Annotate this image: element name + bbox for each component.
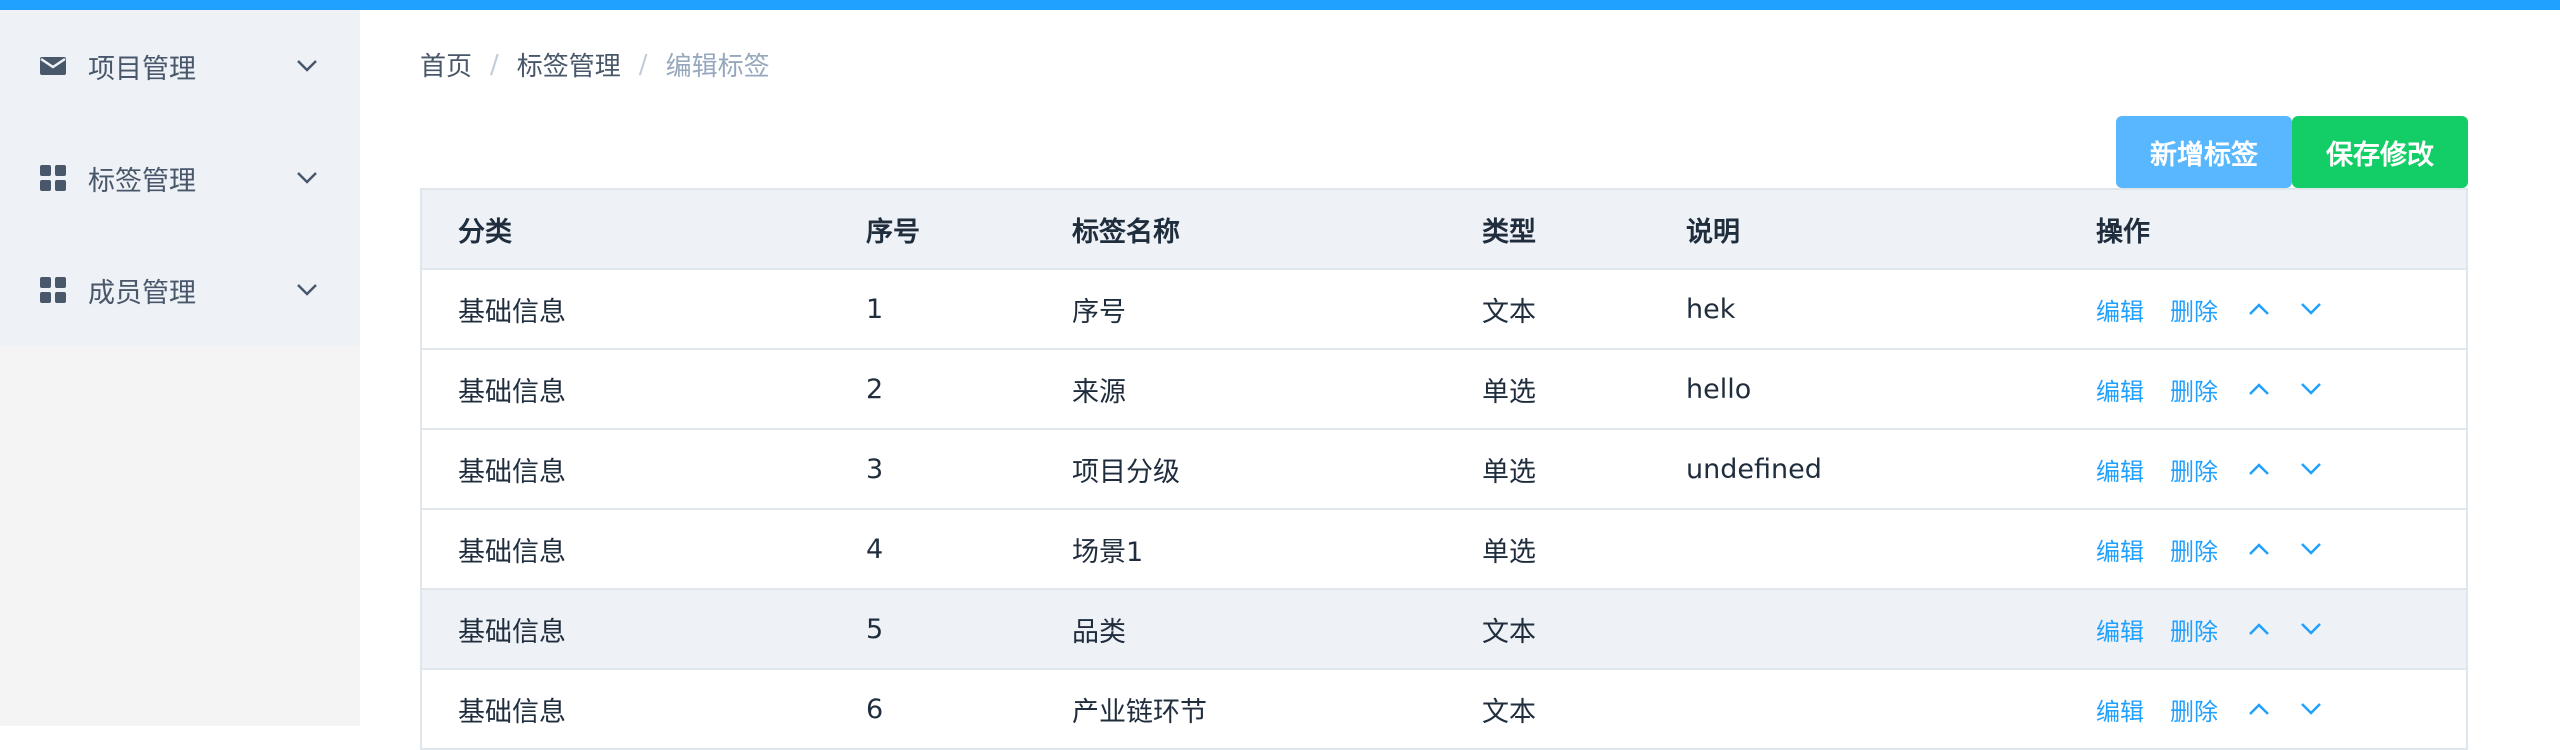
column-header-name: 标签名称 (1072, 216, 1180, 248)
sidebar-item-label: 项目管理 (88, 53, 196, 85)
envelope-icon (38, 51, 68, 81)
delete-link[interactable]: 删除 (2170, 532, 2218, 567)
delete-link[interactable]: 删除 (2170, 292, 2218, 327)
breadcrumb: 首页 / 标签管理 / 编辑标签 (420, 46, 770, 83)
breadcrumb-tag-management[interactable]: 标签管理 (517, 46, 621, 83)
cell-actions: 编辑 删除 (2060, 292, 2466, 327)
table-row: 基础信息 3 项目分级 单选 undefined 编辑 删除 (422, 430, 2466, 510)
cell-category: 基础信息 (458, 296, 566, 328)
edit-link[interactable]: 编辑 (2096, 532, 2144, 567)
chevron-up-icon[interactable] (2244, 294, 2274, 324)
sidebar-item-project-management[interactable]: 项目管理 (0, 10, 360, 122)
cell-name: 场景1 (1072, 536, 1144, 568)
cell-index: 6 (866, 693, 884, 725)
sidebar-item-member-management[interactable]: 成员管理 (0, 234, 360, 346)
chevron-down-icon[interactable] (2296, 694, 2326, 724)
delete-link[interactable]: 删除 (2170, 372, 2218, 407)
column-header-type: 类型 (1482, 216, 1536, 248)
sidebar-item-label: 标签管理 (88, 165, 196, 197)
cell-actions: 编辑 删除 (2060, 532, 2466, 567)
save-changes-button[interactable]: 保存修改 (2292, 116, 2468, 188)
chevron-down-icon (292, 51, 322, 81)
cell-actions: 编辑 删除 (2060, 692, 2466, 727)
cell-index: 1 (866, 293, 884, 325)
column-header-actions: 操作 (2096, 216, 2150, 248)
chevron-up-icon[interactable] (2244, 614, 2274, 644)
chevron-down-icon[interactable] (2296, 454, 2326, 484)
cell-description: hello (1686, 373, 1752, 405)
breadcrumb-separator: / (638, 49, 648, 80)
cell-name: 产业链环节 (1072, 696, 1207, 728)
cell-actions: 编辑 删除 (2060, 372, 2466, 407)
chevron-down-icon[interactable] (2296, 614, 2326, 644)
cell-description: hek (1686, 293, 1736, 325)
chevron-up-icon[interactable] (2244, 694, 2274, 724)
main-content: 首页 / 标签管理 / 编辑标签 新增标签 保存修改 分类 序号 标签名称 类型… (360, 10, 2560, 750)
top-accent-bar (0, 0, 2560, 10)
cell-category: 基础信息 (458, 696, 566, 728)
cell-index: 2 (866, 373, 884, 405)
edit-link[interactable]: 编辑 (2096, 612, 2144, 647)
cell-type: 单选 (1482, 456, 1536, 488)
chevron-down-icon[interactable] (2296, 294, 2326, 324)
cell-category: 基础信息 (458, 456, 566, 488)
delete-link[interactable]: 删除 (2170, 692, 2218, 727)
cell-index: 3 (866, 453, 884, 485)
cell-category: 基础信息 (458, 536, 566, 568)
breadcrumb-home[interactable]: 首页 (420, 46, 472, 83)
column-header-category: 分类 (458, 216, 512, 248)
chevron-down-icon[interactable] (2296, 374, 2326, 404)
table-row: 基础信息 2 来源 单选 hello 编辑 删除 (422, 350, 2466, 430)
table-row: 基础信息 4 场景1 单选 编辑 删除 (422, 510, 2466, 590)
sidebar-item-tag-management[interactable]: 标签管理 (0, 122, 360, 234)
edit-link[interactable]: 编辑 (2096, 452, 2144, 487)
cell-type: 文本 (1482, 296, 1536, 328)
table-row: 基础信息 6 产业链环节 文本 编辑 删除 (422, 670, 2466, 750)
sidebar: 项目管理 标签管理 成员管理 (0, 10, 360, 726)
sidebar-menu: 项目管理 标签管理 成员管理 (0, 10, 360, 346)
tags-table: 分类 序号 标签名称 类型 说明 操作 基础信息 1 序号 文本 hek 编辑 … (420, 188, 2468, 750)
cell-type: 单选 (1482, 376, 1536, 408)
delete-link[interactable]: 删除 (2170, 612, 2218, 647)
chevron-up-icon[interactable] (2244, 374, 2274, 404)
cell-actions: 编辑 删除 (2060, 452, 2466, 487)
cell-category: 基础信息 (458, 376, 566, 408)
edit-link[interactable]: 编辑 (2096, 372, 2144, 407)
delete-link[interactable]: 删除 (2170, 452, 2218, 487)
chevron-up-icon[interactable] (2244, 454, 2274, 484)
edit-link[interactable]: 编辑 (2096, 692, 2144, 727)
cell-name: 来源 (1072, 376, 1126, 408)
cell-name: 序号 (1072, 296, 1126, 328)
cell-type: 文本 (1482, 616, 1536, 648)
cell-index: 4 (866, 533, 884, 565)
sidebar-item-label: 成员管理 (88, 277, 196, 309)
column-header-index: 序号 (866, 216, 920, 248)
table-row: 基础信息 5 品类 文本 编辑 删除 (422, 590, 2466, 670)
add-tag-button[interactable]: 新增标签 (2116, 116, 2292, 188)
column-header-description: 说明 (1686, 216, 1740, 248)
edit-link[interactable]: 编辑 (2096, 292, 2144, 327)
grid-icon (38, 163, 68, 193)
cell-category: 基础信息 (458, 616, 566, 648)
cell-type: 单选 (1482, 536, 1536, 568)
cell-type: 文本 (1482, 696, 1536, 728)
table-row: 基础信息 1 序号 文本 hek 编辑 删除 (422, 270, 2466, 350)
chevron-down-icon (292, 275, 322, 305)
chevron-up-icon[interactable] (2244, 534, 2274, 564)
cell-description: undefined (1686, 453, 1822, 485)
breadcrumb-current: 编辑标签 (665, 52, 770, 82)
cell-name: 品类 (1072, 616, 1126, 648)
cell-actions: 编辑 删除 (2060, 612, 2466, 647)
chevron-down-icon (292, 163, 322, 193)
chevron-down-icon[interactable] (2296, 534, 2326, 564)
cell-name: 项目分级 (1072, 456, 1180, 488)
breadcrumb-separator: / (490, 49, 499, 80)
table-header-row: 分类 序号 标签名称 类型 说明 操作 (422, 190, 2466, 270)
grid-icon (38, 275, 68, 305)
cell-index: 5 (866, 613, 884, 645)
